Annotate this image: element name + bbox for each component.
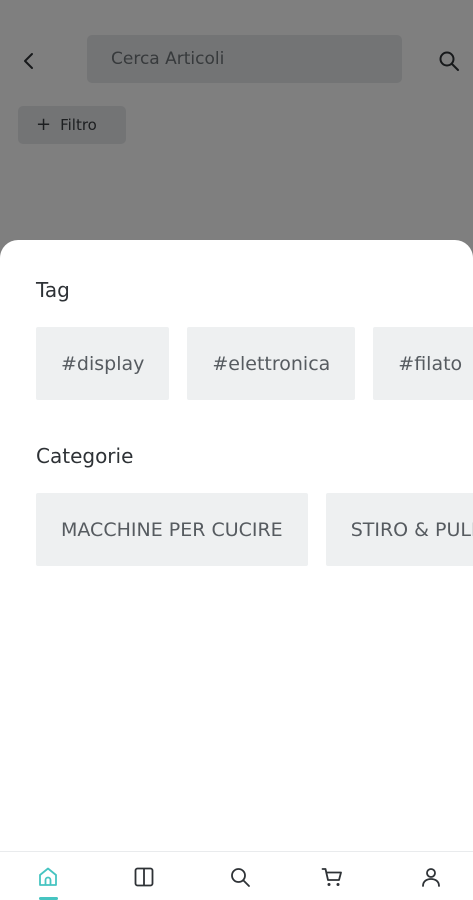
category-chip-macchine-per-cucire[interactable]: MACCHINE PER CUCIRE: [36, 493, 308, 566]
nav-item-home[interactable]: [35, 864, 61, 890]
nav-item-search[interactable]: [227, 864, 253, 890]
nav-item-account[interactable]: [418, 864, 444, 890]
nav-item-cart[interactable]: [319, 864, 345, 890]
home-icon: [39, 867, 57, 886]
category-chip-stiro-pulizia[interactable]: STIRO & PULIZIA: [325, 493, 473, 566]
filter-bottom-sheet: Tag #display #elettronica #filato Catego…: [0, 240, 473, 900]
nav-item-catalog[interactable]: [131, 864, 157, 890]
user-icon: [422, 868, 440, 887]
categories-section-title: Categorie: [36, 444, 134, 468]
tag-chip-elettronica[interactable]: #elettronica: [187, 327, 356, 400]
tag-chip-list: #display #elettronica #filato: [36, 327, 473, 400]
tag-chip-display[interactable]: #display: [36, 327, 170, 400]
bottom-navigation: [0, 851, 473, 900]
search-icon: [231, 868, 250, 887]
tag-chip-filato[interactable]: #filato: [373, 327, 473, 400]
app-screen: Cerca Articoli + Filtro Tag #display #el…: [0, 0, 473, 900]
book-icon: [134, 867, 154, 887]
category-chip-list: MACCHINE PER CUCIRE STIRO & PULIZIA: [36, 493, 473, 566]
tag-section-title: Tag: [36, 278, 70, 302]
cart-icon: [321, 868, 342, 886]
